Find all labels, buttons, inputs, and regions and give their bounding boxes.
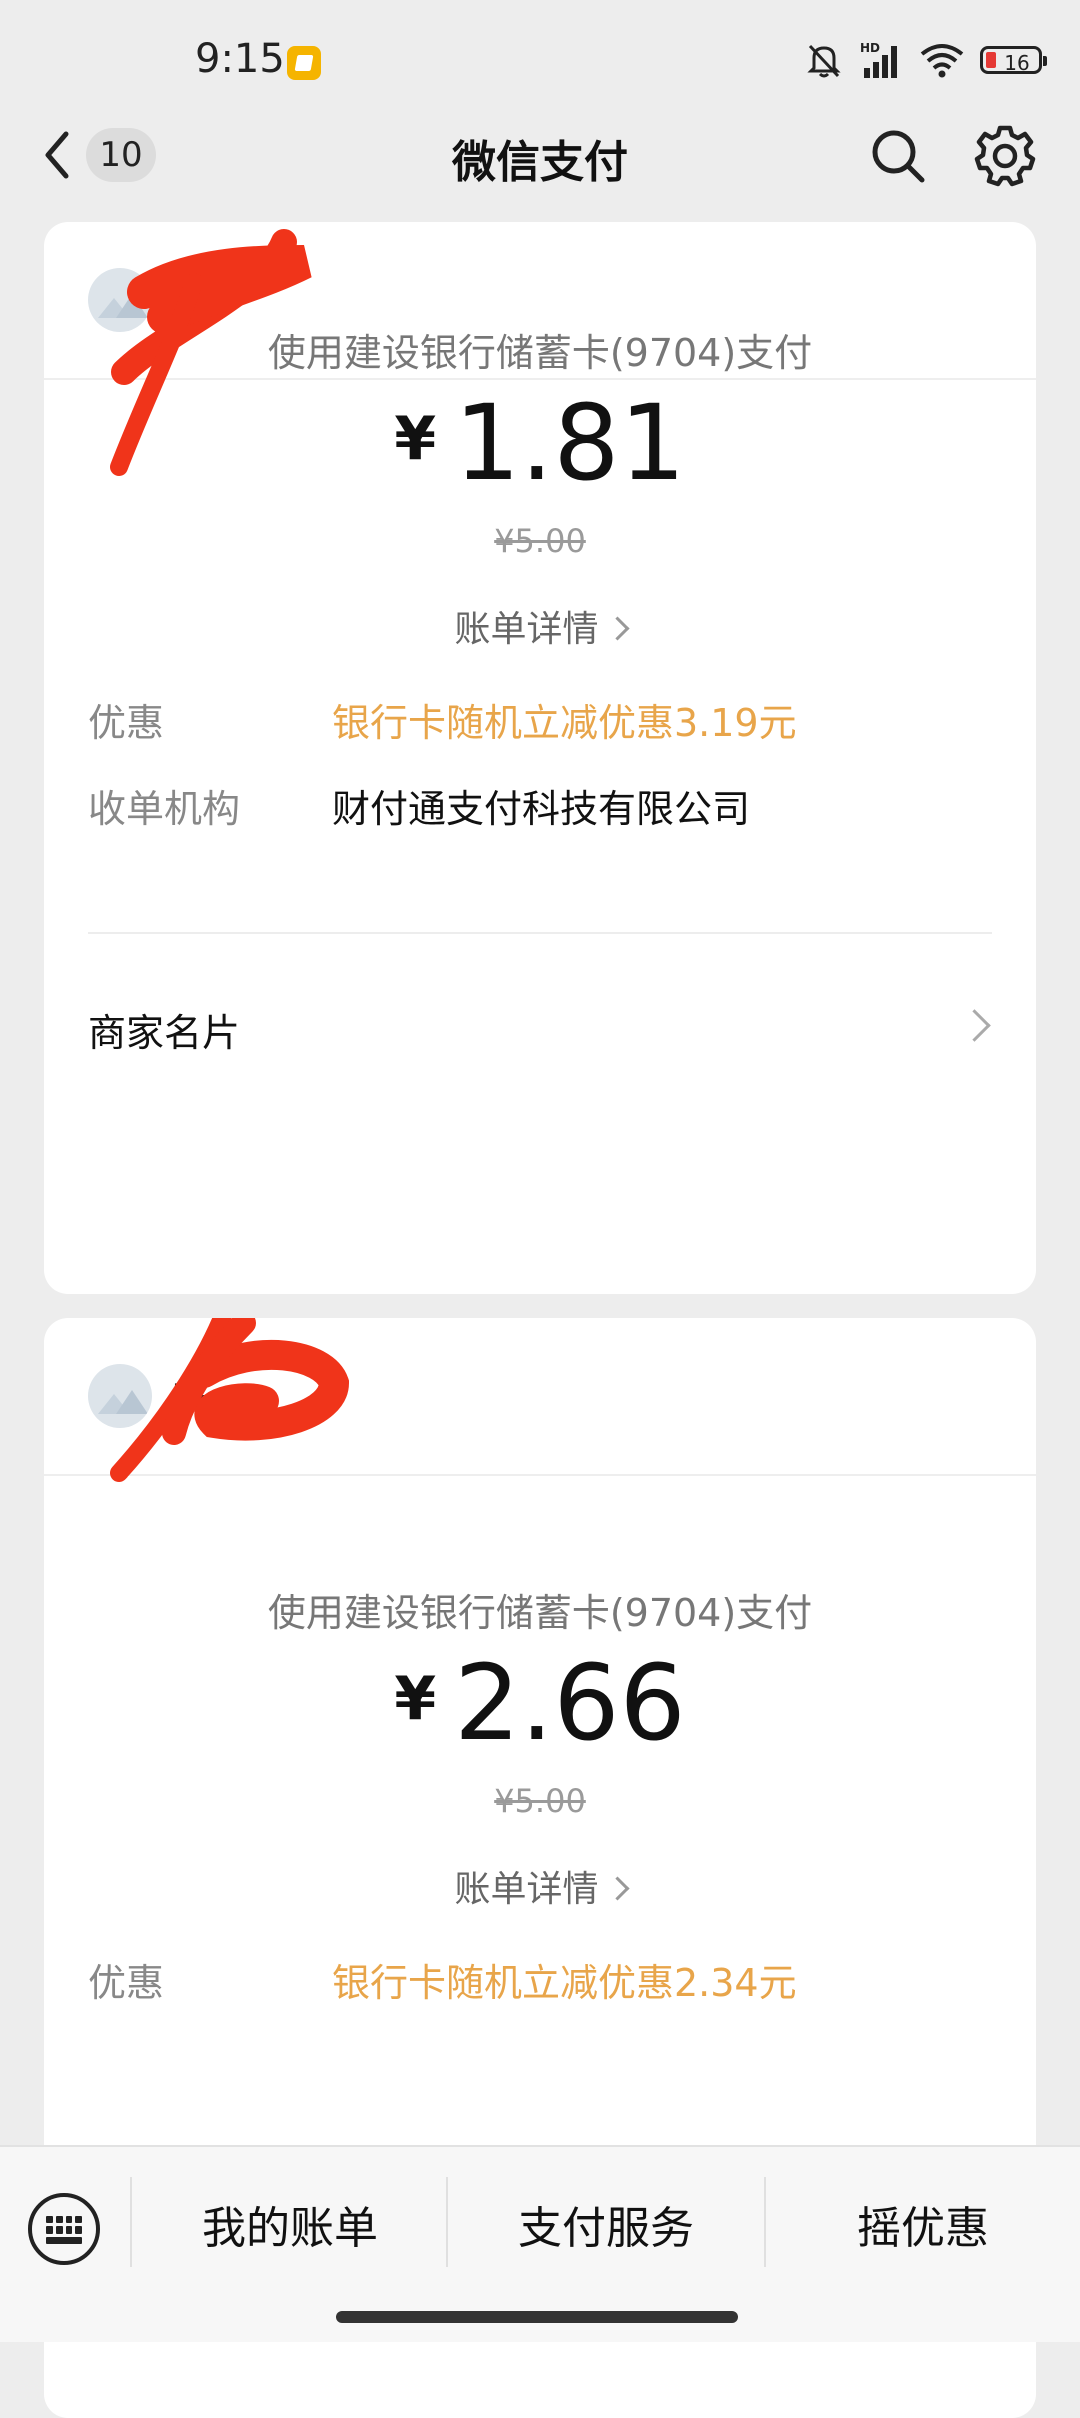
mute-bell-icon [807, 44, 841, 78]
menu-payment-services[interactable]: 支付服务 [448, 2187, 764, 2271]
divider [88, 932, 992, 934]
bill-detail-label: 账单详情 [454, 1869, 599, 1910]
amount-value: 2.66 [454, 1642, 686, 1764]
home-indicator[interactable] [336, 2311, 738, 2323]
discount-value: 银行卡随机立减优惠2.34元 [332, 1961, 797, 2005]
network-label: HD [860, 41, 880, 55]
gear-icon[interactable] [972, 122, 1038, 188]
original-amount: ¥5.00 [494, 522, 586, 560]
discount-label: 优惠 [88, 701, 165, 745]
menu-shake-discounts[interactable]: 摇优惠 [766, 2187, 1080, 2271]
merchant-header[interactable]: 阮 [44, 1318, 1036, 1482]
amount: ¥1.81 [44, 382, 1036, 504]
keyboard-icon[interactable] [28, 2193, 100, 2265]
notification-app-icon [287, 46, 321, 80]
wifi-icon [920, 44, 964, 78]
signal-icon: HD [860, 41, 897, 78]
status-time: 9:15 [195, 36, 285, 82]
bottom-toolbar: 我的账单 支付服务 摇优惠 [0, 2145, 1080, 2342]
amount-value: 1.81 [454, 382, 686, 504]
discount-label: 优惠 [88, 1961, 165, 2005]
currency-symbol: ¥ [394, 1664, 437, 1734]
battery-icon: 16 [980, 46, 1047, 75]
status-icons: HD 16 [804, 36, 1047, 84]
transaction-card: 阮 使用建设银行储蓄卡(9704)支付 ¥1.81 ¥5.00 账单详情 优惠 … [44, 222, 1036, 1294]
chevron-right-icon [604, 616, 630, 641]
battery-level: 16 [1004, 51, 1030, 75]
payment-method: 使用建设银行储蓄卡(9704)支付 [267, 1591, 813, 1635]
currency-symbol: ¥ [394, 404, 437, 474]
acquirer-value: 财付通支付科技有限公司 [332, 787, 751, 831]
acquirer-label: 收单机构 [88, 787, 241, 831]
original-amount: ¥5.00 [494, 1782, 586, 1820]
bill-detail-label: 账单详情 [454, 609, 599, 650]
merchant-card-link[interactable]: 商家名片 [88, 1002, 240, 1057]
chevron-right-icon[interactable] [958, 1009, 991, 1042]
discount-value: 银行卡随机立减优惠3.19元 [332, 701, 797, 745]
search-icon[interactable] [866, 124, 930, 188]
redaction-scribble [110, 1318, 350, 1482]
chevron-right-icon [604, 1876, 630, 1901]
bill-detail-link[interactable]: 账单详情 [44, 1860, 1036, 1912]
amount: ¥2.66 [44, 1642, 1036, 1764]
bill-detail-link[interactable]: 账单详情 [44, 600, 1036, 652]
menu-my-bills[interactable]: 我的账单 [132, 2187, 448, 2271]
payment-method: 使用建设银行储蓄卡(9704)支付 [267, 331, 813, 375]
